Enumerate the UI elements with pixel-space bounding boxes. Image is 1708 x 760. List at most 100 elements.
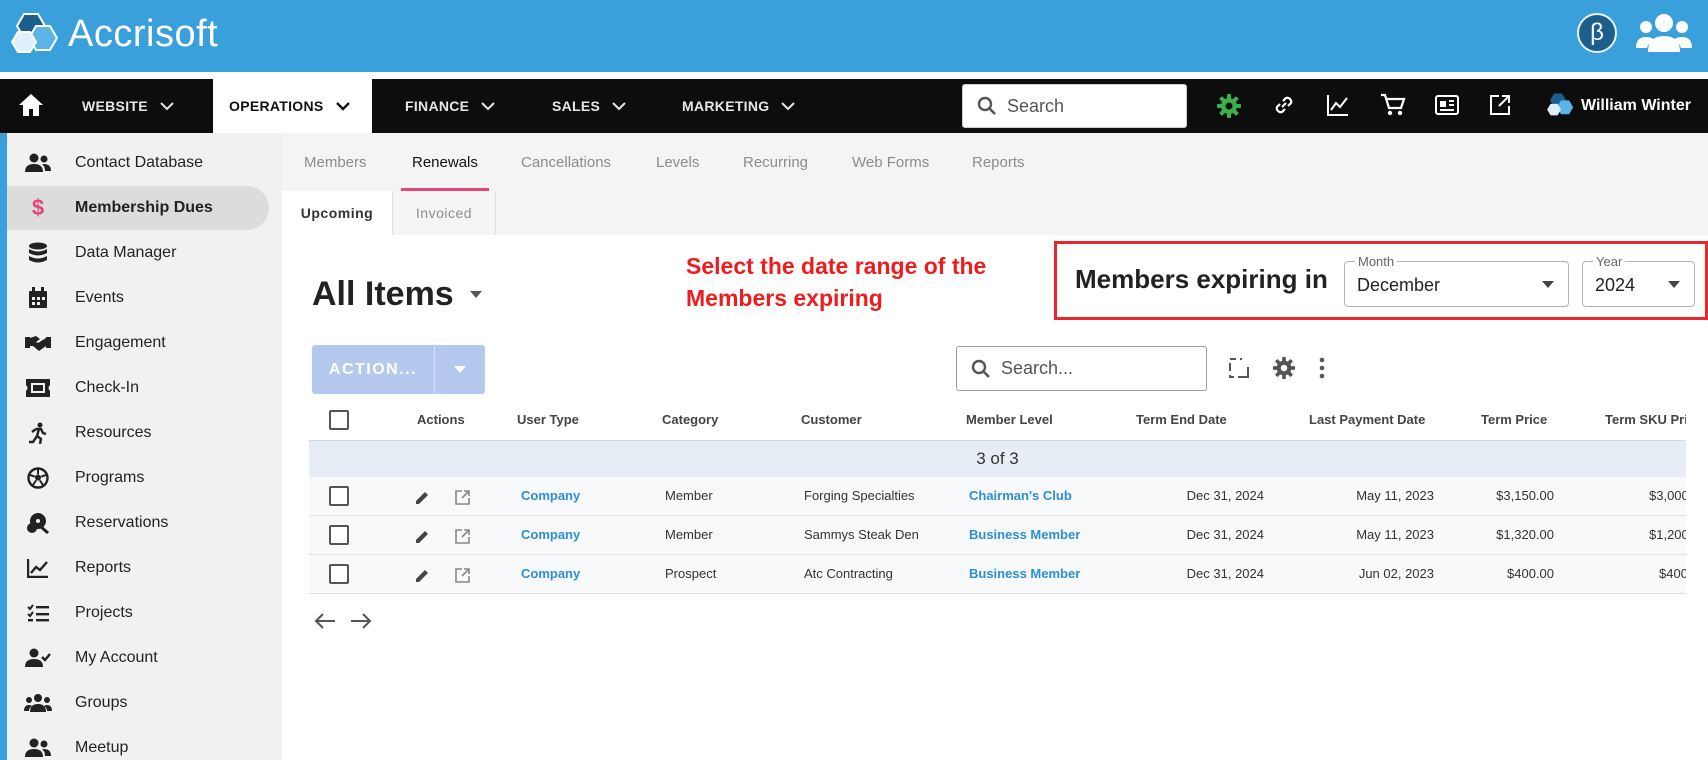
col-category[interactable]: Category <box>662 412 718 427</box>
beta-badge[interactable]: β <box>1577 13 1617 53</box>
tab-reports[interactable]: Reports <box>972 133 1025 191</box>
sidebar-item-check-in[interactable]: Check-In <box>7 366 269 410</box>
nav-sales[interactable]: SALES <box>552 79 626 133</box>
nav-website[interactable]: WEBSITE <box>82 79 174 133</box>
tab-upcoming[interactable]: Upcoming <box>282 191 392 235</box>
open-external-icon[interactable] <box>455 490 470 505</box>
view-selector[interactable]: All Items <box>312 275 482 314</box>
expiring-label: Members expiring in <box>1075 264 1328 294</box>
app-logo[interactable]: Accrisoft <box>10 12 218 56</box>
cell-term-sku-price: $1,200 <box>1649 527 1686 542</box>
table-row[interactable]: Company Member Forging Specialties Chair… <box>309 477 1686 516</box>
sidebar-item-membership-dues[interactable]: $ Membership Dues <box>7 186 269 230</box>
tab-renewals[interactable]: Renewals <box>401 133 489 191</box>
sidebar-item-my-account[interactable]: My Account <box>7 636 269 680</box>
reservation-icon <box>23 512 53 534</box>
newsletter-icon[interactable] <box>1434 93 1460 117</box>
cell-user-type[interactable]: Company <box>521 527 580 542</box>
action-dropdown-toggle[interactable] <box>435 366 485 373</box>
sidebar-item-groups[interactable]: Groups <box>7 681 269 725</box>
settings-gear-icon[interactable] <box>1272 356 1296 380</box>
tab-web-forms[interactable]: Web Forms <box>852 133 929 191</box>
col-term-end-date[interactable]: Term End Date <box>1136 412 1227 427</box>
select-all-checkbox[interactable] <box>329 410 349 430</box>
sidebar-item-reservations[interactable]: Reservations <box>7 501 269 545</box>
cell-user-type[interactable]: Company <box>521 566 580 581</box>
month-select[interactable]: Month December <box>1344 254 1569 307</box>
analytics-icon[interactable] <box>1326 93 1350 117</box>
cell-member-level[interactable]: Business Member <box>969 527 1080 542</box>
edit-icon[interactable] <box>415 490 430 505</box>
arrow-left-icon[interactable] <box>314 612 336 630</box>
selection-icon[interactable] <box>1228 357 1250 379</box>
cell-member-level[interactable]: Business Member <box>969 566 1080 581</box>
arrow-right-icon[interactable] <box>350 612 372 630</box>
sidebar-item-data-manager[interactable]: Data Manager <box>7 231 269 275</box>
table-search-placeholder: Search... <box>1001 358 1074 378</box>
search-icon <box>971 359 990 378</box>
tab-levels[interactable]: Levels <box>656 133 699 191</box>
col-user-type[interactable]: User Type <box>517 412 579 427</box>
tab-cancellations[interactable]: Cancellations <box>521 133 611 191</box>
sidebar-item-events[interactable]: Events <box>7 276 269 320</box>
tab-members[interactable]: Members <box>304 133 367 191</box>
gear-icon[interactable] <box>1216 93 1242 119</box>
action-button[interactable]: ACTION... <box>312 345 485 394</box>
caret-down-icon <box>454 366 466 373</box>
annotation-callout: Select the date range of the Members exp… <box>686 253 987 311</box>
ticket-icon <box>23 379 53 397</box>
nav-operations[interactable]: OPERATIONS <box>213 79 372 133</box>
sidebar: Contact Database $ Membership Dues Data … <box>0 133 282 760</box>
sidebar-item-resources[interactable]: Resources <box>7 411 269 455</box>
user-avatar-icon[interactable] <box>1546 91 1576 119</box>
meetup-icon <box>23 738 53 758</box>
tab-recurring[interactable]: Recurring <box>743 133 808 191</box>
sidebar-item-projects[interactable]: Projects <box>7 591 269 635</box>
cell-user-type[interactable]: Company <box>521 488 580 503</box>
tab-invoiced[interactable]: Invoiced <box>392 191 496 235</box>
year-select[interactable]: Year 2024 <box>1582 254 1695 307</box>
global-search-input[interactable]: Search <box>962 84 1187 128</box>
cell-customer: Atc Contracting <box>804 566 893 581</box>
table-search-input[interactable]: Search... <box>956 346 1207 391</box>
table-row[interactable]: Company Member Sammys Steak Den Business… <box>309 516 1686 555</box>
cell-member-level[interactable]: Chairman's Club <box>969 488 1072 503</box>
more-options-icon[interactable] <box>1318 357 1326 379</box>
sidebar-item-contact-database[interactable]: Contact Database <box>7 141 269 185</box>
row-checkbox[interactable] <box>329 486 349 506</box>
sidebar-item-programs[interactable]: Programs <box>7 456 269 500</box>
renewals-subtabs: Members Renewals Cancellations Levels Re… <box>282 133 1708 191</box>
nav-marketing[interactable]: MARKETING <box>682 79 796 133</box>
upcoming-invoiced-tabs: Upcoming Invoiced <box>282 191 1708 235</box>
edit-icon[interactable] <box>415 568 430 583</box>
external-link-icon[interactable] <box>1488 93 1512 117</box>
sidebar-item-meetup[interactable]: Meetup <box>7 726 269 760</box>
cell-term-price: $3,150.00 <box>1496 488 1554 503</box>
cart-icon[interactable] <box>1380 93 1406 117</box>
chart-icon <box>23 558 53 578</box>
col-term-sku-price[interactable]: Term SKU Pri <box>1605 412 1686 427</box>
chevron-down-icon <box>481 101 496 110</box>
col-term-price[interactable]: Term Price <box>1481 412 1547 427</box>
open-external-icon[interactable] <box>455 568 470 583</box>
sidebar-item-reports[interactable]: Reports <box>7 546 269 590</box>
row-checkbox[interactable] <box>329 525 349 545</box>
table-row[interactable]: Company Prospect Atc Contracting Busines… <box>309 555 1686 594</box>
open-external-icon[interactable] <box>455 529 470 544</box>
edit-icon[interactable] <box>415 529 430 544</box>
sidebar-item-engagement[interactable]: Engagement <box>7 321 269 365</box>
nav-finance[interactable]: FINANCE <box>405 79 496 133</box>
user-check-icon <box>23 648 53 668</box>
link-icon[interactable] <box>1272 93 1296 117</box>
col-actions[interactable]: Actions <box>417 412 465 427</box>
action-button-label: ACTION... <box>328 360 418 378</box>
row-checkbox[interactable] <box>329 564 349 584</box>
users-icon[interactable] <box>1636 12 1692 54</box>
sidebar-item-label: My Account <box>75 649 158 666</box>
user-name[interactable]: William Winter <box>1581 79 1691 133</box>
col-customer[interactable]: Customer <box>801 412 862 427</box>
year-value: 2024 <box>1595 275 1636 295</box>
home-icon[interactable] <box>18 93 44 117</box>
col-last-payment-date[interactable]: Last Payment Date <box>1309 412 1425 427</box>
col-member-level[interactable]: Member Level <box>966 412 1053 427</box>
